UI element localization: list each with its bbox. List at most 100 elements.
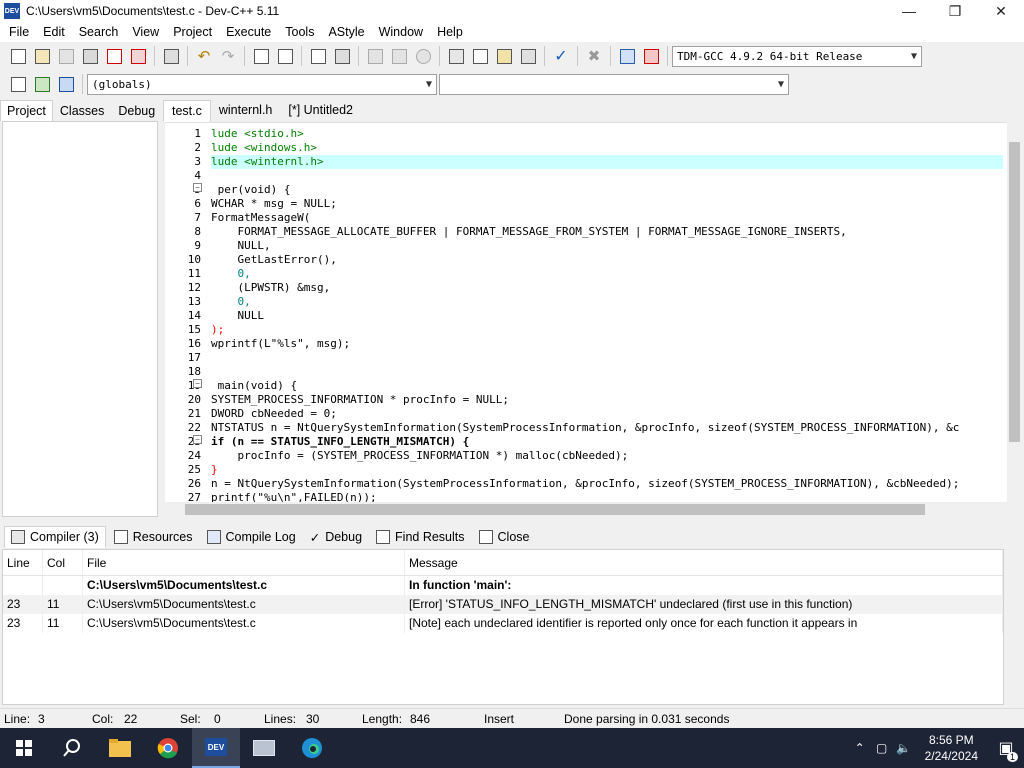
compile-run-button[interactable] [493, 45, 515, 67]
print-button[interactable] [160, 45, 182, 67]
remove-button[interactable] [412, 45, 434, 67]
status-sel-label: Sel: [180, 711, 201, 726]
fold-toggle-icon[interactable]: − [193, 435, 202, 444]
menu-view[interactable]: View [125, 22, 166, 42]
indent-icon [310, 48, 326, 64]
menu-help[interactable]: Help [430, 22, 470, 42]
menu-astyle[interactable]: AStyle [321, 22, 371, 42]
message-file: C:\Users\vm5\Documents\test.c [83, 614, 405, 633]
column-header-col[interactable]: Col [43, 550, 83, 575]
start-button[interactable] [0, 728, 48, 768]
toolbar-separator [301, 46, 302, 66]
menu-execute[interactable]: Execute [219, 22, 278, 42]
tab-compile-log-label: Compile Log [225, 530, 296, 544]
insert-button[interactable] [7, 73, 29, 95]
code-line: if (n == STATUS_INFO_LENGTH_MISMATCH) { [211, 435, 470, 448]
tab-compiler-label: Compiler (3) [30, 530, 99, 544]
message-row[interactable]: C:\Users\vm5\Documents\test.c In functio… [3, 576, 1003, 595]
menu-edit[interactable]: Edit [36, 22, 72, 42]
code-editor[interactable]: 1 2 3 4 5 6 7 8 9 10 11 12 13 14 15 16 1… [165, 122, 1007, 502]
editor-vertical-scrollbar[interactable] [1007, 122, 1022, 502]
search-icon [63, 739, 80, 757]
taskbar-file-explorer[interactable] [96, 728, 144, 768]
close-window-button[interactable]: ✕ [978, 0, 1024, 22]
tab-test-c[interactable]: test.c [163, 100, 211, 122]
left-panel-tabs: Project Classes Debug [0, 100, 160, 122]
forward-button[interactable] [388, 45, 410, 67]
back-button[interactable] [364, 45, 386, 67]
column-header-message[interactable]: Message [405, 550, 1003, 575]
tab-project[interactable]: Project [0, 100, 53, 122]
compile-button[interactable] [445, 45, 467, 67]
menu-search[interactable]: Search [72, 22, 126, 42]
network-icon[interactable]: ▢ [871, 741, 893, 755]
menu-window[interactable]: Window [372, 22, 430, 42]
goto-button[interactable] [31, 73, 53, 95]
minimize-button[interactable]: — [886, 0, 932, 22]
new-file-button[interactable] [7, 45, 29, 67]
scrollbar-thumb[interactable] [185, 504, 925, 515]
indent-button[interactable] [307, 45, 329, 67]
tab-debug-output[interactable]: ✓ Debug [304, 527, 368, 548]
code-area[interactable]: lude <stdio.h> lude <windows.h> lude <wi… [211, 127, 1007, 502]
project-browser[interactable] [2, 121, 158, 517]
open-button[interactable] [31, 45, 53, 67]
tab-compiler[interactable]: Compiler (3) [4, 526, 106, 548]
replace-button[interactable] [274, 45, 296, 67]
goto-line-button[interactable] [331, 45, 353, 67]
rebuild-button[interactable] [517, 45, 539, 67]
taskbar-chrome[interactable] [144, 728, 192, 768]
line-number: 9 [194, 239, 201, 252]
fold-toggle-icon[interactable]: − [193, 379, 202, 388]
window-title: C:\Users\vm5\Documents\test.c - Dev-C++ … [26, 4, 280, 18]
compiler-messages-list[interactable]: Line Col File Message C:\Users\vm5\Docum… [2, 549, 1004, 705]
close-panel-button[interactable]: Close [473, 527, 536, 547]
stop-button[interactable]: ✖ [583, 45, 605, 67]
run-button[interactable] [469, 45, 491, 67]
menu-project[interactable]: Project [166, 22, 219, 42]
taskbar-app[interactable] [240, 728, 288, 768]
syntax-check-button[interactable]: ✓ [550, 45, 572, 67]
clock[interactable]: 8:56 PM 2/24/2024 [915, 732, 988, 764]
tab-find-results[interactable]: Find Results [370, 527, 470, 547]
redo-button[interactable]: ↷ [217, 45, 239, 67]
notification-center-button[interactable]: ▣ 1 [988, 728, 1024, 768]
line-number: 15 [187, 323, 201, 336]
save-button[interactable] [55, 45, 77, 67]
volume-muted-icon[interactable]: 🔈 [893, 741, 915, 755]
save-all-button[interactable] [79, 45, 101, 67]
status-line-value: 3 [38, 711, 45, 726]
toggle-button[interactable] [55, 73, 77, 95]
close-all-button[interactable] [127, 45, 149, 67]
line-number: 22 [187, 421, 201, 434]
undo-button[interactable]: ↶ [193, 45, 215, 67]
compiler-select[interactable]: TDM-GCC 4.9.2 64-bit Release ▼ [672, 45, 922, 67]
scrollbar-thumb[interactable] [1009, 142, 1020, 442]
chevron-up-icon[interactable]: ⌃ [849, 741, 871, 755]
tab-winternl-h[interactable]: winternl.h [211, 100, 281, 122]
tab-debug[interactable]: Debug [111, 100, 162, 122]
tab-untitled2[interactable]: [*] Untitled2 [280, 100, 361, 122]
menu-file[interactable]: File [2, 22, 36, 42]
close-file-button[interactable] [103, 45, 125, 67]
chart-button[interactable] [616, 45, 638, 67]
taskbar-search-button[interactable] [48, 728, 96, 768]
message-row[interactable]: 23 11 C:\Users\vm5\Documents\test.c [Not… [3, 614, 1003, 633]
find-button[interactable] [250, 45, 272, 67]
maximize-button[interactable]: ❐ [932, 0, 978, 22]
tab-compile-log[interactable]: Compile Log [201, 527, 302, 547]
message-row[interactable]: 23 11 C:\Users\vm5\Documents\test.c [Err… [3, 595, 1003, 614]
menu-tools[interactable]: Tools [278, 22, 321, 42]
column-header-line[interactable]: Line [3, 550, 43, 575]
tab-resources[interactable]: Resources [108, 527, 199, 547]
profile-button[interactable] [640, 45, 662, 67]
scope-select[interactable]: (globals) ▼ [87, 73, 437, 95]
taskbar-edge[interactable] [288, 728, 336, 768]
taskbar-devcpp[interactable]: DEV [192, 728, 240, 768]
fold-toggle-icon[interactable]: − [193, 183, 202, 192]
editor-horizontal-scrollbar[interactable] [165, 502, 1007, 517]
tab-classes[interactable]: Classes [53, 100, 111, 122]
column-header-file[interactable]: File [83, 550, 405, 575]
member-select[interactable]: ▼ [439, 73, 789, 95]
